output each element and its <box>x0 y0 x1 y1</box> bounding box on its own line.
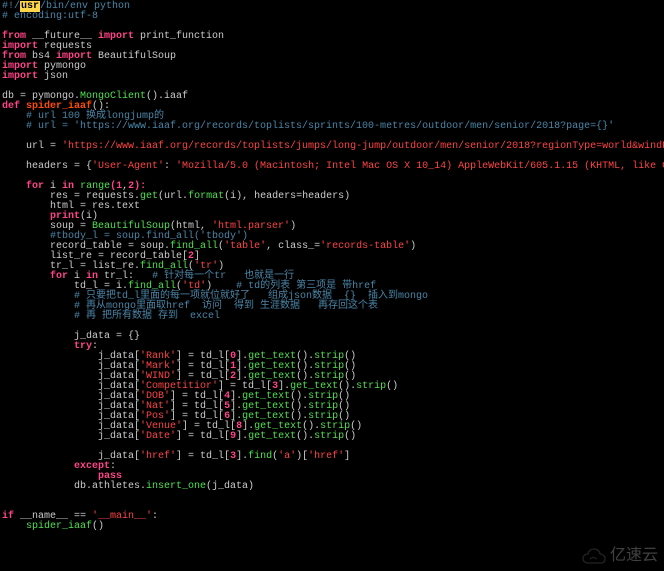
code-line: url = 'https://www.iaaf.org/records/topl… <box>2 141 664 152</box>
code-line: db.athletes.insert_one(j_data) <box>2 481 254 492</box>
import-line: import json <box>2 71 68 82</box>
encoding-line: # encoding:utf-8 <box>2 11 98 22</box>
code-line: spider_iaaf() <box>2 521 104 532</box>
watermark-text: 亿速云 <box>610 548 658 564</box>
code-line: j_data['Date'] = td_l[9].get_text().stri… <box>2 431 356 442</box>
cloud-icon <box>581 547 607 565</box>
watermark: 亿速云 <box>581 547 658 565</box>
code-editor[interactable]: #!/usr/bin/env python # encoding:utf-8 f… <box>0 0 664 534</box>
comment-line: # 再 把所有数据 存到 excel <box>2 311 220 322</box>
comment-line: # url = 'https://www.iaaf.org/records/to… <box>2 121 614 132</box>
code-line: headers = {'User-Agent': 'Mozilla/5.0 (M… <box>2 161 664 172</box>
